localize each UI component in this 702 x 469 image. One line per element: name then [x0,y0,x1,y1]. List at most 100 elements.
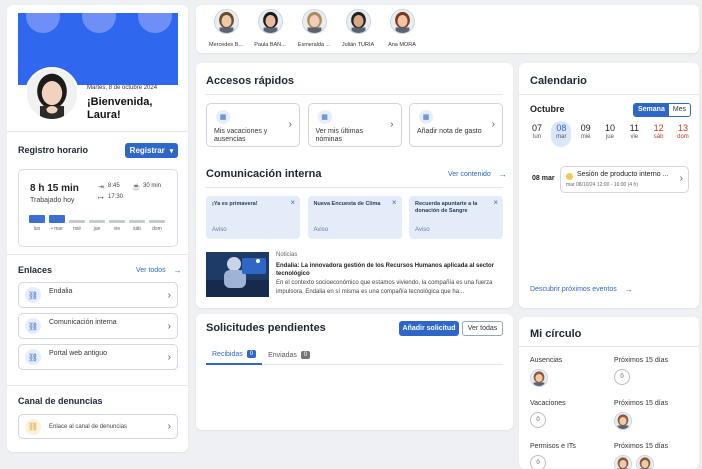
calendar-day[interactable]: 09 mié [576,121,596,147]
registro-panel: 8 h 15 min Trabajado hoy ⇥ 8:45 ↦ 17:30 … [18,169,178,247]
person-avatar[interactable] [636,455,654,469]
tab-count-badge: 0 [246,350,257,358]
day-label: sáb [132,226,142,232]
denuncias-title: Canal de denuncias [18,396,103,406]
day-number: 10 [604,123,615,133]
day-label: mié [580,134,591,140]
event-item[interactable]: Sesión de producto interno ... mar 08/10… [560,166,689,193]
tab-recibidas[interactable]: Recibidas 0 [206,345,263,365]
day-bar: dom [149,215,165,232]
pause-time: 30 min [143,183,162,189]
person-name: Esmeralda ... [297,42,331,48]
person-avatar [301,9,327,34]
solicitudes-tabs: Recibidas 0 Enviadas 0 [206,345,503,365]
notice-card[interactable]: Nueva Encuesta de Clima × Aviso [307,196,402,239]
news-image [206,252,269,297]
link-icon: ⛓ [25,349,41,365]
event-dot-icon [566,173,573,180]
person-avatar [213,9,239,34]
person-name: Mercedes B... [209,42,243,48]
enlaces-see-all[interactable]: Ver todos → [136,266,182,275]
event-day: 08 mar [532,175,555,182]
profile-avatar[interactable] [25,67,79,121]
discover-events-link[interactable]: Descubrir próximos eventos → [530,285,633,294]
day-number: 12 [653,123,664,133]
person-item[interactable]: Julián TURIA [336,9,380,48]
calendar-day[interactable]: 12 sáb [649,121,669,147]
enlace-item[interactable]: ⛓ Comunicación interna › [18,313,178,339]
calendar-day[interactable]: 08 mar [551,121,572,147]
notice-title: ¡Ya es primavera! [212,201,258,207]
day-label: jue [93,226,101,232]
circulo-title: Mi círculo [530,328,582,340]
calendar-day[interactable]: 13 dom [673,121,693,147]
notice-card[interactable]: Recuerda apuntarte a la donación de Sang… [409,196,503,239]
notice-title: Nueva Encuesta de Clima [313,201,381,207]
circulo-label: Próximos 15 días [614,443,669,450]
toggle-semana[interactable]: Semana [634,104,669,116]
news-category: Noticias [276,252,298,258]
registrar-button[interactable]: Registrar ▾ [125,143,178,158]
acceso-item[interactable]: ▦ Añadir nota de gasto › [409,103,503,147]
acceso-label: Ver mis últimas nóminas [315,128,363,143]
day-label: lun [532,134,541,140]
receipt-icon: ▦ [419,110,433,124]
ver-contenido-link[interactable]: Ver contenido → [448,170,507,179]
person-item[interactable]: Ana MORA [380,9,424,48]
person-item[interactable]: Esmeralda ... [292,9,336,48]
news-body: En el contexto socioeconómico que estamo… [276,280,493,295]
person-name: Paula BAN... [254,42,286,48]
circulo-row: Ausencias Próximos 15 días 0 [530,353,695,396]
day-fill [29,215,45,223]
count-circle[interactable]: 0 [530,455,546,469]
day-bar: lun [29,215,45,232]
main-card: Accesos rápidos ▦ Mis vacaciones y ausenc… [196,63,513,308]
chevron-right-icon: › [167,320,171,332]
people-strip: Mercedes B... Paula BAN... Esmeralda ... Ju… [196,5,699,53]
calendar-day[interactable]: 07 lun [527,121,547,147]
accesos-list: ▦ Mis vacaciones y ausencias › ▦ Ver mis últ… [206,103,503,147]
circulo-row: Permisos e ITs Próximos 15 días 0 [530,439,695,469]
person-avatar[interactable] [614,412,632,430]
enlace-item[interactable]: ⛓ Portal web antiguo › [18,344,178,370]
calendar-day[interactable]: 11 vie [624,121,644,147]
close-icon[interactable]: × [290,198,295,207]
day-fill [49,215,65,223]
person-avatar[interactable] [614,455,632,469]
close-icon[interactable]: × [493,198,498,207]
chevron-right-icon: › [288,119,292,130]
day-fill [69,220,85,223]
tab-count-badge: 0 [300,351,311,359]
clock-in-time: 8:45 [108,183,120,189]
tab-enviadas[interactable]: Enviadas 0 [262,345,316,365]
denuncias-link[interactable]: ⛓ Enlace al canal de denuncias › [18,414,178,439]
news-item[interactable]: Noticias Endalia: La innovadora gestión … [206,252,503,302]
chevron-down-icon: ▾ [169,147,174,155]
toggle-mes[interactable]: Mes [668,104,691,116]
circulo-row: Vacaciones Próximos 15 días 0 [530,396,695,439]
person-item[interactable]: Paula BAN... [248,9,292,48]
enlace-label: Portal web antiguo [49,349,107,357]
acceso-item[interactable]: ▦ Mis vacaciones y ausencias › [206,103,300,147]
person-avatar[interactable] [530,369,548,387]
enlace-item[interactable]: ⛓ Endalia › [18,282,178,308]
chevron-right-icon: › [167,421,171,432]
add-solicitud-button[interactable]: Añadir solicitud [399,321,459,336]
person-item[interactable]: Mercedes B... [204,9,248,48]
calendar-day[interactable]: 10 jue [600,121,620,147]
link-icon: ⛓ [25,418,41,435]
day-label: jue [605,134,614,140]
count-circle[interactable]: 0 [614,369,630,385]
notice-tag: Aviso [415,227,430,233]
day-label: sáb [653,134,664,140]
notice-card[interactable]: ¡Ya es primavera! × Aviso [206,196,300,239]
worked-time: 8 h 15 min [30,183,79,194]
acceso-item[interactable]: ▦ Ver mis últimas nóminas › [307,103,402,147]
calendar-icon: ▦ [216,110,230,124]
close-icon[interactable]: × [392,198,397,207]
count-circle[interactable]: 0 [530,412,546,428]
chevron-right-icon: › [167,289,171,301]
ver-todas-button[interactable]: Ver todas [462,321,503,336]
solicitudes-title: Solicitudes pendientes [206,322,326,334]
chevron-right-icon: › [491,119,495,130]
